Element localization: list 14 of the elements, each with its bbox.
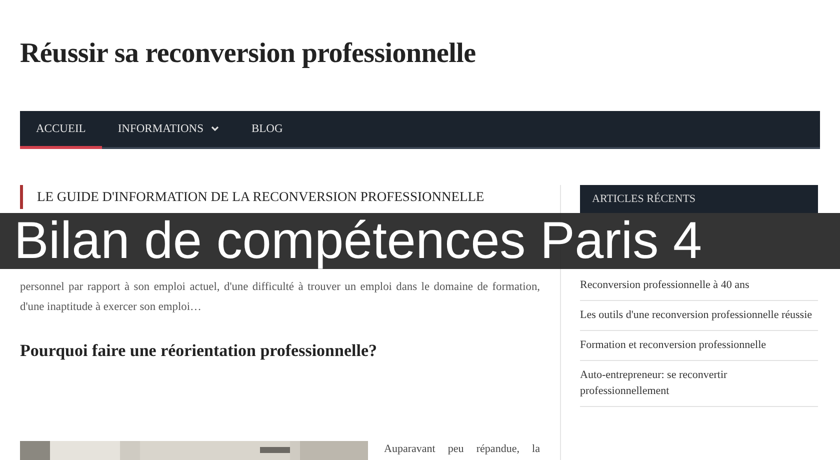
article-text: Auparavant peu répandue, la xyxy=(384,443,540,457)
recent-article-link[interactable]: Les outils d'une reconversion professionnelle réussie xyxy=(580,301,818,331)
nav-tab[interactable]: INFORMATIONS xyxy=(102,111,236,149)
article-title: Pourquoi faire une réorientation professionnelle? xyxy=(20,341,378,361)
recent-article-link[interactable]: Auto-entrepreneur: se reconvertir professionnellement xyxy=(580,361,818,407)
nav-tab[interactable]: BLOG xyxy=(235,111,299,149)
sidebar-title: ARTICLES RÉCENTS xyxy=(580,185,818,213)
section-title: LE GUIDE D'INFORMATION DE LA RECONVERSION PROFESSIONNELLE xyxy=(20,185,540,209)
intro-paragraph: personnel par rapport à son emploi actuel, d'une difficulté à trouver un emploi dans le domaine de formation, d'une inaptitude à exercer son emploi… xyxy=(20,280,540,315)
site-title: Réussir sa reconversion professionnelle xyxy=(20,37,477,71)
recent-article-link[interactable]: Formation et reconversion professionnelle xyxy=(580,331,818,361)
recent-article-link[interactable]: Reconversion professionnelle à 40 ans xyxy=(580,271,818,301)
overlay-banner: Bilan de compétences Paris 4 xyxy=(0,213,840,269)
nav-tab[interactable]: ACCUEIL xyxy=(20,111,102,149)
